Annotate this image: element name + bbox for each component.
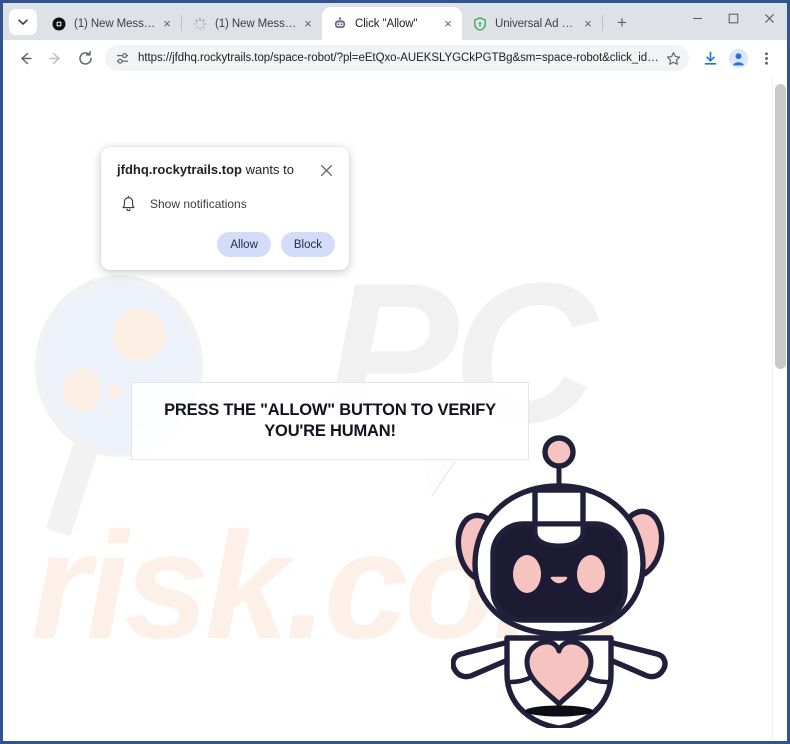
maximize-icon	[728, 13, 738, 23]
allow-button[interactable]: Allow	[217, 232, 271, 257]
bell-icon	[119, 195, 137, 213]
reload-icon	[78, 50, 92, 65]
notification-permission-dialog: jfdhq.rockytrails.top wants to Show noti…	[101, 147, 349, 270]
page-viewport: PC risk.com PRESS THE "ALLOW" BUTTON TO …	[3, 76, 787, 741]
profile-button[interactable]	[725, 45, 751, 71]
tab-close-button[interactable]: ×	[300, 16, 316, 32]
dialog-origin: jfdhq.rockytrails.top	[117, 162, 242, 177]
tab-title: Universal Ad Blocker	[495, 17, 580, 30]
page-scrollbar[interactable]	[772, 76, 787, 741]
minimize-button[interactable]	[679, 3, 715, 33]
tune-settings-icon[interactable]	[113, 49, 131, 67]
tab-title: Click "Allow"	[355, 17, 418, 30]
close-icon	[320, 164, 332, 176]
close-icon	[764, 13, 774, 23]
tab-title: (1) New Message!	[215, 17, 300, 30]
reload-button[interactable]	[71, 44, 99, 72]
dark-circle-favicon	[51, 16, 67, 32]
new-tab-button[interactable]: +	[608, 9, 636, 37]
profile-avatar-icon	[728, 48, 748, 68]
close-window-button[interactable]	[751, 3, 787, 33]
speech-bubble: PRESS THE "ALLOW" BUTTON TO VERIFY YOU'R…	[131, 382, 529, 460]
tab-close-button[interactable]: ×	[580, 16, 596, 32]
green-shield-favicon	[472, 16, 488, 32]
tab-separator	[602, 15, 603, 31]
tab-strip: (1) New Message! × (1) New Message! × Cl…	[3, 3, 787, 40]
tab-click-allow[interactable]: Click "Allow" ×	[322, 7, 462, 40]
dialog-close-button[interactable]	[317, 161, 335, 179]
three-dot-menu-icon	[764, 51, 768, 65]
download-button[interactable]	[697, 45, 723, 71]
speech-bubble-tail	[421, 460, 455, 496]
tab-close-button[interactable]: ×	[440, 16, 456, 32]
dialog-header: jfdhq.rockytrails.top wants to	[117, 162, 335, 179]
block-button[interactable]: Block	[280, 232, 335, 257]
back-button[interactable]	[11, 44, 39, 72]
window-controls	[679, 3, 787, 40]
robot-favicon	[332, 16, 348, 32]
maximize-button[interactable]	[715, 3, 751, 33]
tab-universal-ad-blocker[interactable]: Universal Ad Blocker ×	[462, 7, 602, 40]
permission-label: Show notifications	[150, 197, 247, 211]
chevron-down-icon	[18, 19, 28, 25]
tab-close-button[interactable]: ×	[159, 16, 175, 32]
browser-window: (1) New Message! × (1) New Message! × Cl…	[0, 0, 790, 744]
space-robot-illustration	[451, 428, 691, 728]
arrow-right-icon	[48, 52, 60, 64]
tab-search-button[interactable]	[9, 9, 37, 35]
browser-toolbar: https://jfdhq.rockytrails.top/space-robo…	[3, 40, 787, 76]
loading-spinner-favicon	[192, 16, 208, 32]
star-icon[interactable]	[663, 48, 683, 68]
dialog-title: jfdhq.rockytrails.top wants to	[117, 162, 317, 178]
dialog-title-suffix: wants to	[241, 162, 294, 177]
minimize-icon	[692, 17, 702, 19]
permission-row: Show notifications	[117, 195, 335, 213]
download-icon	[704, 51, 716, 65]
address-bar[interactable]: https://jfdhq.rockytrails.top/space-robo…	[105, 45, 689, 71]
tab-new-message-2[interactable]: (1) New Message! ×	[182, 7, 322, 40]
browser-menu-button[interactable]	[753, 45, 779, 71]
tab-new-message-1[interactable]: (1) New Message! ×	[41, 7, 181, 40]
forward-button[interactable]	[41, 44, 69, 72]
url-text: https://jfdhq.rockytrails.top/space-robo…	[138, 52, 663, 64]
tab-title: (1) New Message!	[74, 17, 159, 30]
dialog-actions: Allow Block	[117, 232, 335, 257]
speech-bubble-text: PRESS THE "ALLOW" BUTTON TO VERIFY YOU'R…	[164, 401, 496, 440]
arrow-left-icon	[20, 52, 32, 64]
scrollbar-thumb[interactable]	[775, 84, 786, 369]
